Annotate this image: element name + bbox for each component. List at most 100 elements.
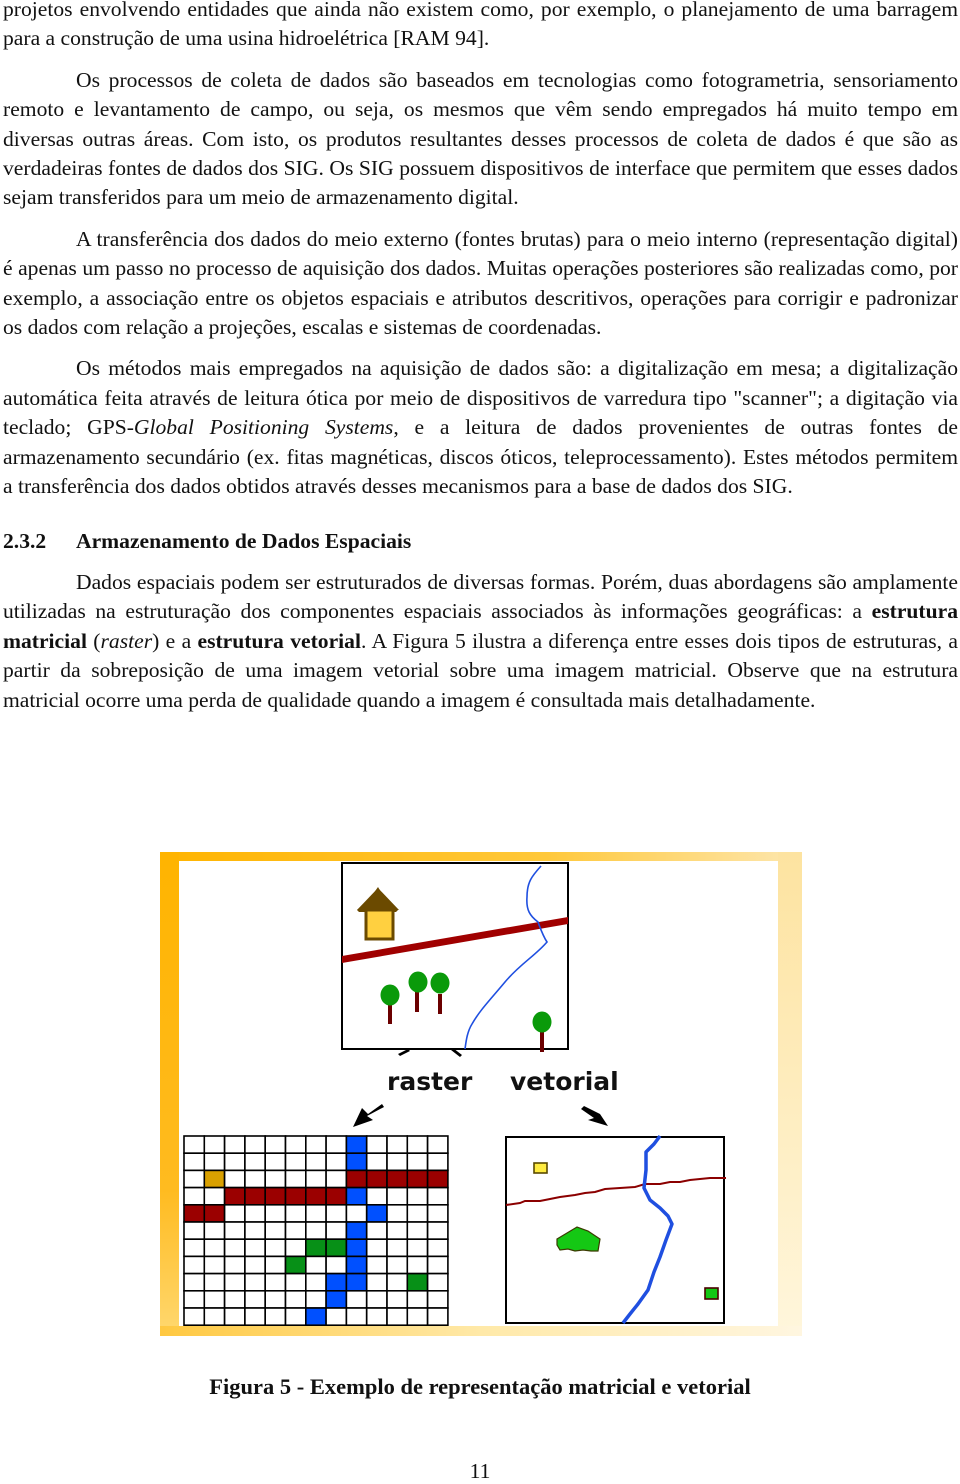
raster-cell-red — [203, 1204, 226, 1223]
raster-cell-blue — [345, 1255, 368, 1275]
raster-cell — [284, 1135, 307, 1155]
raster-cell-red — [386, 1169, 409, 1189]
raster-cell — [426, 1272, 449, 1292]
raster-cell — [386, 1152, 409, 1172]
raster-cell — [345, 1290, 368, 1309]
raster-cell-blue — [365, 1204, 388, 1223]
raster-cell — [284, 1272, 307, 1292]
raster-cell-gold — [203, 1169, 226, 1189]
raster-cell — [183, 1307, 206, 1327]
raster-cell — [386, 1307, 409, 1327]
raster-cell — [264, 1307, 287, 1327]
raster-cell — [264, 1169, 287, 1189]
figure-caption: Figura 5 - Exemplo de representação matr… — [209, 1374, 751, 1399]
raster-cell-green — [406, 1272, 429, 1292]
raster-cell — [365, 1152, 388, 1172]
raster-cell — [183, 1186, 206, 1206]
raster-cell — [264, 1238, 287, 1258]
raster-cell — [386, 1186, 409, 1206]
raster-cell — [223, 1290, 246, 1309]
raster-cell — [365, 1221, 388, 1241]
vector-label: vetorial — [510, 1067, 619, 1096]
raster-cell-blue — [345, 1272, 368, 1292]
raster-cell — [183, 1221, 206, 1241]
raster-cell — [365, 1135, 388, 1155]
raster-cell — [305, 1204, 327, 1223]
raster-cell — [244, 1290, 267, 1309]
raster-cell — [183, 1255, 206, 1275]
raster-cell-blue — [345, 1238, 368, 1258]
bold-text-run: estrutura vetorial — [197, 628, 361, 653]
raster-cell — [386, 1238, 409, 1258]
raster-cell — [345, 1307, 368, 1327]
raster-cell — [305, 1169, 327, 1189]
raster-cell — [284, 1238, 307, 1258]
raster-cell — [386, 1272, 409, 1292]
raster-cell — [426, 1290, 449, 1309]
raster-cell — [305, 1152, 327, 1172]
raster-cell-red — [244, 1186, 267, 1206]
text-run: projetos envolvendo entidades que ainda … — [3, 0, 958, 51]
figure-5: raster vetorial — [160, 852, 802, 1336]
raster-cell — [406, 1307, 429, 1327]
raster-cell — [284, 1290, 307, 1309]
raster-cell — [426, 1307, 449, 1327]
paragraph: projetos envolvendo entidades que ainda … — [3, 0, 958, 54]
raster-cell — [325, 1169, 348, 1189]
raster-cell — [426, 1204, 449, 1223]
raster-cell-blue — [325, 1272, 348, 1292]
raster-cell — [325, 1255, 348, 1275]
raster-cell-blue — [345, 1152, 368, 1172]
raster-cell — [183, 1238, 206, 1258]
raster-cell — [284, 1221, 307, 1241]
paragraph: Os processos de coleta de dados são base… — [3, 66, 958, 213]
raster-cell — [223, 1204, 246, 1223]
text-run: ( — [86, 628, 101, 653]
raster-cell — [305, 1255, 327, 1275]
raster-cell-red — [183, 1204, 206, 1223]
raster-label: raster — [387, 1067, 473, 1096]
raster-cell — [305, 1272, 327, 1292]
text-run: Os processos de coleta de dados são base… — [3, 67, 958, 210]
raster-cell-blue — [305, 1307, 327, 1327]
raster-cell — [183, 1152, 206, 1172]
raster-cell-green — [284, 1255, 307, 1275]
raster-cell — [345, 1204, 368, 1223]
raster-cell — [325, 1204, 348, 1223]
raster-cell — [406, 1152, 429, 1172]
raster-cell — [284, 1152, 307, 1172]
raster-cell — [284, 1204, 307, 1223]
raster-cell — [264, 1221, 287, 1241]
raster-cell — [223, 1169, 246, 1189]
italic-text-run: Global Positioning Systems — [133, 415, 394, 440]
raster-cell — [426, 1152, 449, 1172]
text-run: ) e a — [152, 628, 198, 653]
raster-cell — [244, 1221, 267, 1241]
raster-cell — [406, 1290, 429, 1309]
raster-cell — [406, 1238, 429, 1258]
raster-cell-red — [223, 1186, 246, 1206]
vector-map-panel — [505, 1134, 726, 1325]
raster-cell — [203, 1307, 226, 1327]
raster-cell — [365, 1255, 388, 1275]
frame-right — [778, 852, 802, 1336]
raster-cell — [203, 1255, 226, 1275]
raster-cell-red — [284, 1186, 307, 1206]
raster-cell — [244, 1135, 267, 1155]
raster-cell — [183, 1169, 206, 1189]
raster-cell — [203, 1290, 226, 1309]
section-heading: 2.3.2 Armazenamento de Dados Espaciais — [3, 527, 958, 556]
raster-cell — [365, 1290, 388, 1309]
raster-cell — [183, 1135, 206, 1155]
page-number: 11 — [469, 1459, 491, 1483]
raster-cell — [264, 1272, 287, 1292]
raster-cell-blue — [325, 1290, 348, 1309]
raster-cell — [264, 1290, 287, 1309]
raster-cell-red — [345, 1169, 368, 1189]
raster-cell — [386, 1290, 409, 1309]
raster-cell-red — [264, 1186, 287, 1206]
raster-cell-red — [406, 1169, 429, 1189]
raster-cell-blue — [345, 1221, 368, 1241]
raster-cell — [264, 1135, 287, 1155]
raster-cell — [244, 1238, 267, 1258]
